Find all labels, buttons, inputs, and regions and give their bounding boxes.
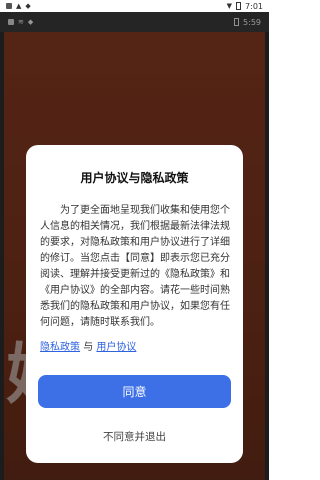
decline-and-exit-button[interactable]: 不同意并退出 bbox=[26, 429, 243, 444]
battery-icon bbox=[236, 2, 242, 10]
dialog-title: 用户协议与隐私政策 bbox=[80, 171, 189, 185]
signal-icon: ▲ bbox=[16, 2, 22, 10]
status-left-icons: ▲ ◆ bbox=[6, 2, 31, 10]
shield-icon: ◆ bbox=[25, 2, 31, 10]
user-agreement-link[interactable]: 用户协议 bbox=[96, 342, 136, 353]
system-status-bar: ▲ ◆ ▼ 7:01 bbox=[0, 0, 269, 12]
status-right: ▼ 7:01 bbox=[227, 2, 263, 11]
notification-icon bbox=[6, 3, 12, 9]
wifi-icon: ▼ bbox=[226, 2, 233, 10]
privacy-policy-link[interactable]: 隐私政策 bbox=[40, 342, 80, 353]
dialog-body-text: 为了更全面地呈现我们收集和使用您个人信息的相关情况，我们根据最新法律法规的要求，… bbox=[40, 205, 230, 328]
privacy-dialog: 用户协议与隐私政策 为了更全面地呈现我们收集和使用您个人信息的相关情况，我们根据… bbox=[26, 145, 243, 463]
policy-links: 隐私政策 与 用户协议 bbox=[40, 341, 230, 355]
agree-button[interactable]: 同意 bbox=[38, 375, 231, 408]
status-time: 7:01 bbox=[245, 1, 263, 11]
and-text: 与 bbox=[83, 342, 94, 353]
